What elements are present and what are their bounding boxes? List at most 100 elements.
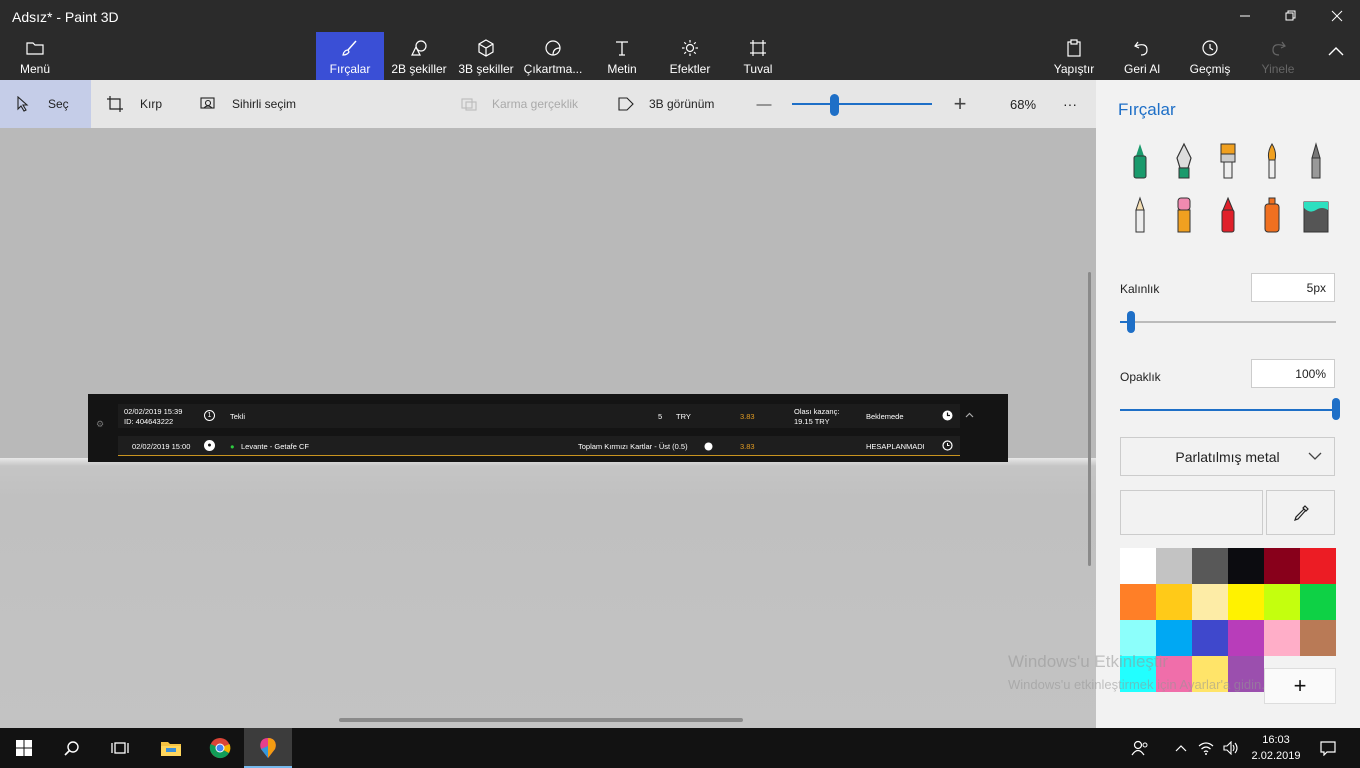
zoom-out-button[interactable]: — <box>755 80 773 128</box>
people-icon <box>1131 740 1148 756</box>
pencil-brush[interactable] <box>1126 196 1154 234</box>
thickness-slider-track[interactable] <box>1120 321 1336 323</box>
show-hidden-icons-button[interactable] <box>1168 728 1194 768</box>
zoom-level[interactable]: 68% <box>1010 80 1036 128</box>
restore-button[interactable] <box>1268 0 1314 32</box>
fill-brush[interactable] <box>1302 196 1330 234</box>
more-options-button[interactable]: ··· <box>1063 80 1077 128</box>
paint3d-taskbar-button[interactable] <box>244 728 292 768</box>
start-button[interactable] <box>0 728 48 768</box>
zoom-slider-thumb[interactable] <box>830 94 839 116</box>
color-swatch[interactable] <box>1228 548 1264 584</box>
tool-effects[interactable]: Efektler <box>666 32 714 80</box>
tool-text[interactable]: Metin <box>600 32 644 80</box>
watercolor-brush[interactable] <box>1258 142 1286 180</box>
match-date: 02/02/2019 15:00 <box>132 442 191 451</box>
color-swatch[interactable] <box>1120 548 1156 584</box>
tool-stickers[interactable]: Çıkartma... <box>522 32 584 80</box>
color-swatch[interactable] <box>1156 620 1192 656</box>
select-button[interactable]: Seç <box>0 80 91 128</box>
material-dropdown[interactable]: Parlatılmış metal <box>1120 437 1335 476</box>
color-swatch[interactable] <box>1228 620 1264 656</box>
tool-brushes[interactable]: Fırçalar <box>316 32 384 80</box>
color-swatch[interactable] <box>1300 548 1336 584</box>
crop-button[interactable]: Kırp <box>106 80 162 128</box>
activation-watermark-title: Windows'u Etkinleştir <box>1008 652 1169 671</box>
color-swatch[interactable] <box>1120 620 1156 656</box>
color-swatch[interactable] <box>1192 584 1228 620</box>
side-glyph: ⚙ <box>96 419 105 429</box>
canvas-image[interactable]: ⚙ 02/02/2019 15:39 ID: 404643222 1 Tekli… <box>88 394 1008 462</box>
clock-icon <box>942 410 953 421</box>
brush-icon <box>342 40 357 56</box>
horizontal-scrollbar[interactable] <box>339 718 743 722</box>
color-swatch[interactable] <box>1300 584 1336 620</box>
tool-3d-shapes[interactable]: 3B şekiller <box>456 32 516 80</box>
redo-icon <box>1272 41 1286 56</box>
eyedropper-icon <box>1293 504 1309 521</box>
sun-icon <box>682 40 698 56</box>
action-center-button[interactable] <box>1310 728 1346 768</box>
volume-button[interactable] <box>1218 728 1244 768</box>
tool-2d-shapes[interactable]: 2B şekiller <box>388 32 450 80</box>
add-color-button[interactable]: + <box>1264 668 1336 704</box>
bet-status: Beklemede <box>866 412 904 421</box>
undo-button[interactable]: Geri Al <box>1120 32 1164 80</box>
mixed-reality-button[interactable]: Karma gerçeklik <box>460 80 578 128</box>
thickness-slider-thumb[interactable] <box>1126 311 1135 333</box>
close-icon <box>1331 10 1343 22</box>
close-button[interactable] <box>1314 0 1360 32</box>
spray-can-brush[interactable] <box>1258 196 1286 234</box>
tool-canvas[interactable]: Tuval <box>738 32 778 80</box>
football-icon: ● <box>204 440 215 451</box>
opacity-label: Opaklık <box>1120 370 1161 384</box>
color-swatch[interactable] <box>1192 548 1228 584</box>
brushes-panel: Fırçalar Kalınlık 5px Opaklık 100% Parla… <box>1096 80 1360 728</box>
match-status: HESAPLANMADI <box>866 442 925 451</box>
search-button[interactable] <box>48 728 96 768</box>
eyedropper-button[interactable] <box>1266 490 1335 535</box>
canvas-icon <box>750 40 766 56</box>
thickness-input[interactable]: 5px <box>1251 273 1335 302</box>
current-color-preview[interactable] <box>1120 490 1263 535</box>
zoom-in-button[interactable]: + <box>950 80 970 128</box>
crayon-brush[interactable] <box>1214 196 1242 234</box>
view-3d-label: 3B görünüm <box>649 97 715 111</box>
watercolor-brush-icon <box>1267 143 1277 179</box>
color-swatch[interactable] <box>1264 620 1300 656</box>
people-button[interactable] <box>1120 728 1160 768</box>
oil-brush[interactable] <box>1214 142 1242 180</box>
paste-button[interactable]: Yapıştır <box>1050 32 1098 80</box>
system-clock[interactable]: 16:03 2.02.2019 <box>1248 732 1304 764</box>
collapse-ribbon-button[interactable] <box>1318 32 1354 80</box>
calligraphy-pen-icon <box>1176 142 1192 179</box>
marker-brush[interactable] <box>1126 142 1154 180</box>
color-swatch[interactable] <box>1156 584 1192 620</box>
notification-icon <box>1320 741 1336 756</box>
task-view-button[interactable] <box>96 728 144 768</box>
network-button[interactable] <box>1194 728 1218 768</box>
zoom-slider-track[interactable] <box>792 103 932 105</box>
vertical-scrollbar[interactable] <box>1088 272 1091 566</box>
color-swatch[interactable] <box>1264 584 1300 620</box>
magic-select-button[interactable]: Sihirli seçim <box>200 80 296 128</box>
minimize-button[interactable] <box>1222 0 1268 32</box>
calligraphy-pen-brush[interactable] <box>1170 142 1198 180</box>
window-title: Adsız* - Paint 3D <box>12 9 119 25</box>
history-button[interactable]: Geçmiş <box>1186 32 1234 80</box>
opacity-input[interactable]: 100% <box>1251 359 1335 388</box>
color-swatch[interactable] <box>1300 620 1336 656</box>
color-swatch[interactable] <box>1228 584 1264 620</box>
chrome-button[interactable] <box>196 728 244 768</box>
view-3d-button[interactable]: 3B görünüm <box>617 80 714 128</box>
pixel-pen-brush[interactable] <box>1302 142 1330 180</box>
color-swatch[interactable] <box>1264 548 1300 584</box>
color-swatch[interactable] <box>1120 584 1156 620</box>
eraser-brush[interactable] <box>1170 196 1198 234</box>
menu-button[interactable]: Menü <box>10 32 60 80</box>
file-explorer-button[interactable] <box>147 728 195 768</box>
redo-button[interactable]: Yinele <box>1258 32 1298 80</box>
opacity-slider-thumb[interactable] <box>1332 398 1340 420</box>
color-swatch[interactable] <box>1156 548 1192 584</box>
color-swatch[interactable] <box>1192 620 1228 656</box>
